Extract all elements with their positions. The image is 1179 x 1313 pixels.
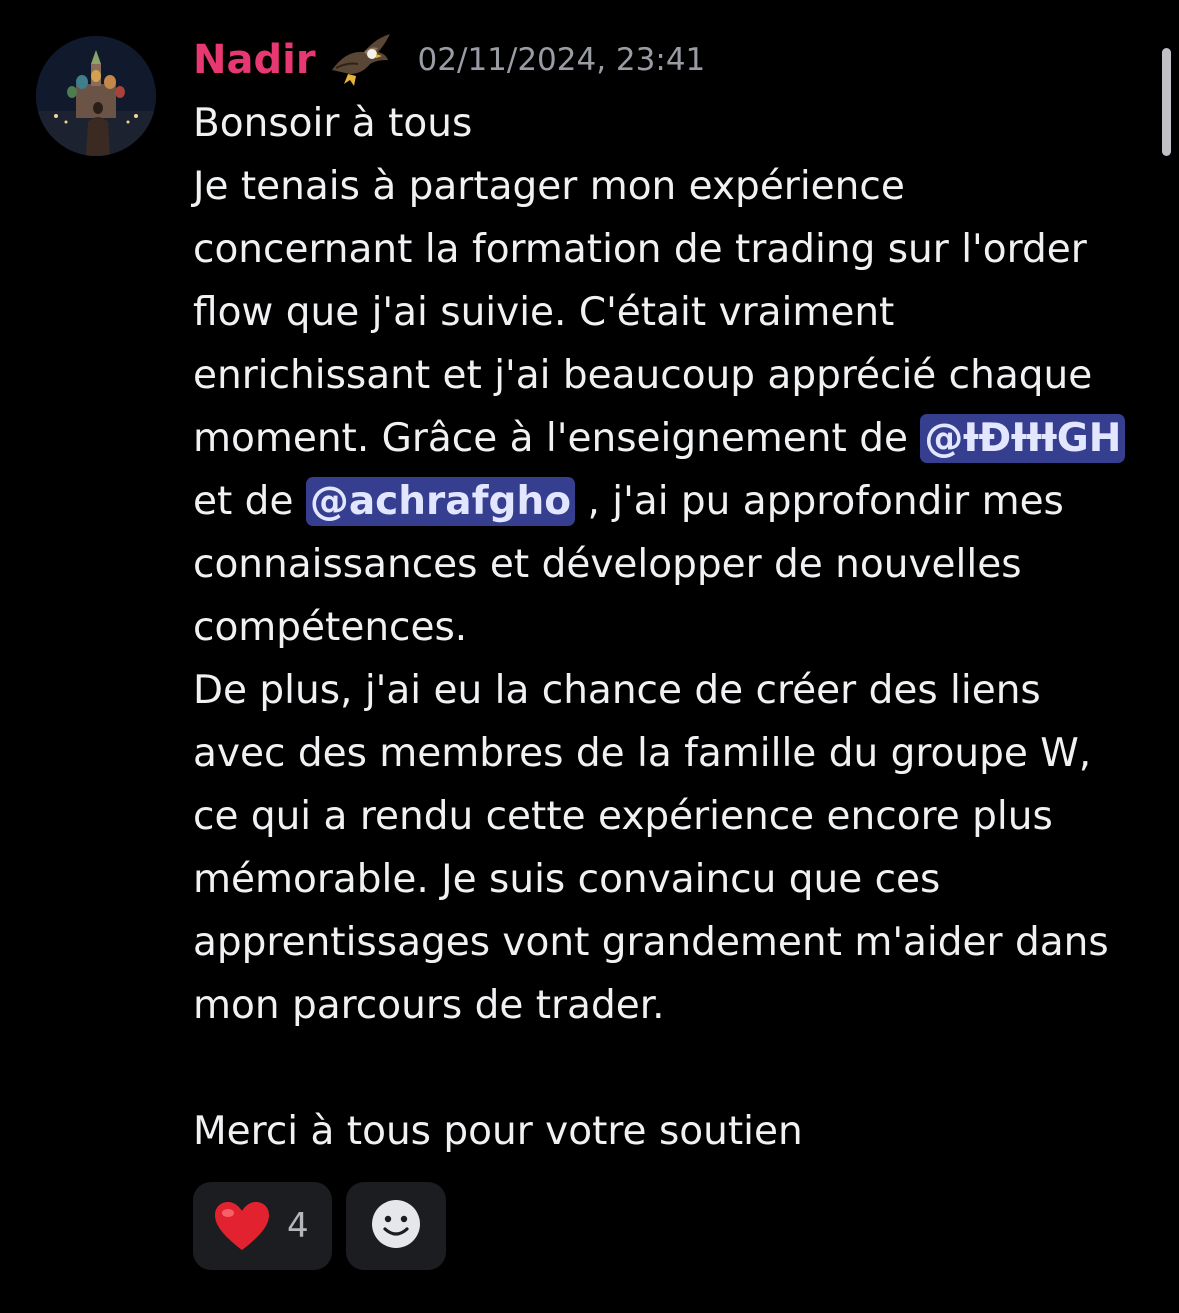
message-line: Bonsoir à tous <box>193 101 473 146</box>
message-line: mon parcours de trader. <box>193 983 665 1028</box>
message-text: , j'ai pu approfondir mes <box>575 479 1064 524</box>
reaction-count: 4 <box>287 1206 309 1246</box>
avatar-image <box>36 36 156 156</box>
message-line: apprentissages vont grandement m'aider d… <box>193 920 1109 965</box>
message-line: mémorable. Je suis convaincu que ces <box>193 857 941 902</box>
user-mention[interactable]: @achrafgho <box>305 477 576 526</box>
scrollbar[interactable] <box>1162 48 1171 156</box>
message-text: et de <box>193 479 306 524</box>
message-line: avec des membres de la famille du groupe… <box>193 731 1092 776</box>
message-line: enrichissant et j'ai beaucoup apprécié c… <box>193 353 1093 398</box>
chat-message: Nadir 02/11/2024, 23:41 Bonsoir à tous J… <box>0 0 1179 1313</box>
message-line: De plus, j'ai eu la chance de créer des … <box>193 668 1041 713</box>
message-text: moment. Grâce à l'enseignement de <box>193 416 921 461</box>
author-name[interactable]: Nadir <box>193 37 316 83</box>
message-line: moment. Grâce à l'enseignement de @ƗĐƗƗƗ… <box>193 407 1153 470</box>
smiley-icon <box>370 1198 422 1254</box>
message-line: Merci à tous pour votre soutien <box>193 1109 803 1154</box>
reactions-bar: 4 <box>193 1182 446 1270</box>
message-line: Je tenais à partager mon expérience <box>193 164 905 209</box>
message-line: compétences. <box>193 605 468 650</box>
reaction-heart-button[interactable]: 4 <box>193 1182 332 1270</box>
add-reaction-button[interactable] <box>346 1182 446 1270</box>
user-mention[interactable]: @ƗĐƗƗƗGH <box>920 414 1126 463</box>
avatar[interactable] <box>36 36 156 156</box>
message-header: Nadir 02/11/2024, 23:41 <box>193 30 705 90</box>
message-line: et de @achrafgho , j'ai pu approfondir m… <box>193 470 1153 533</box>
timestamp: 02/11/2024, 23:41 <box>417 42 706 78</box>
message-line: flow que j'ai suivie. C'était vraiment <box>193 290 895 335</box>
eagle-icon <box>328 30 392 90</box>
heart-icon <box>213 1200 271 1252</box>
message-line: concernant la formation de trading sur l… <box>193 227 1087 272</box>
message-content: Bonsoir à tous Je tenais à partager mon … <box>193 92 1153 1163</box>
message-line: ce qui a rendu cette expérience encore p… <box>193 794 1053 839</box>
message-line: connaissances et développer de nouvelles <box>193 542 1022 587</box>
